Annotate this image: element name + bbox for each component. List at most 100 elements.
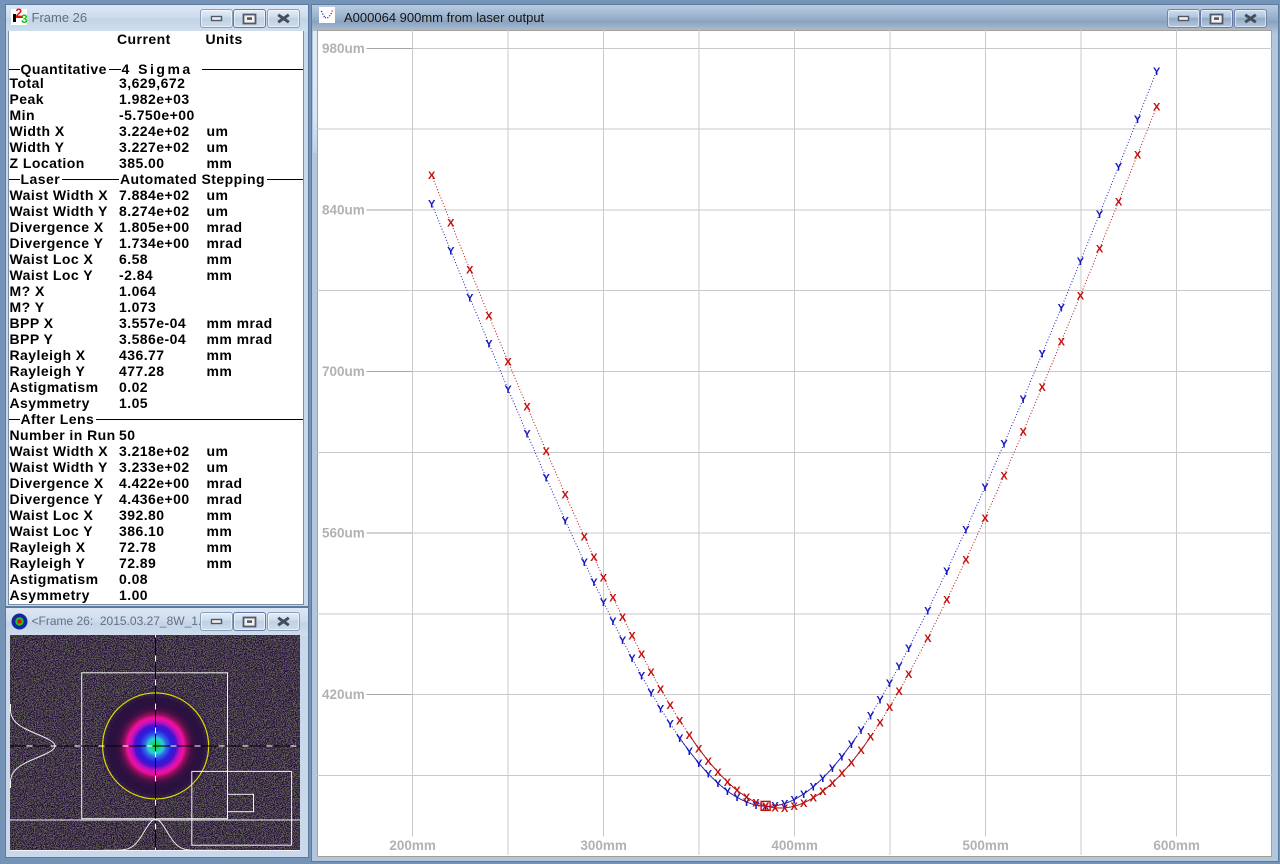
svg-text:X: X bbox=[943, 595, 951, 607]
svg-text:Y: Y bbox=[838, 752, 846, 764]
svg-text:Y: Y bbox=[618, 635, 626, 647]
svg-text:Y: Y bbox=[886, 678, 894, 690]
svg-text:300mm: 300mm bbox=[580, 838, 627, 853]
svg-text:400mm: 400mm bbox=[771, 838, 818, 853]
svg-text:420um: 420um bbox=[322, 688, 365, 703]
svg-text:560um: 560um bbox=[322, 526, 365, 541]
svg-text:X: X bbox=[1134, 150, 1142, 162]
svg-text:Y: Y bbox=[561, 516, 569, 528]
svg-text:980um: 980um bbox=[322, 41, 365, 56]
svg-text:X: X bbox=[466, 265, 474, 277]
svg-text:Y: Y bbox=[504, 384, 512, 396]
svg-text:X: X bbox=[809, 793, 817, 805]
svg-text:200mm: 200mm bbox=[389, 838, 436, 853]
svg-text:Y: Y bbox=[485, 339, 493, 351]
svg-text:X: X bbox=[847, 758, 855, 770]
svg-text:840um: 840um bbox=[322, 203, 365, 218]
svg-text:Y: Y bbox=[685, 746, 693, 758]
svg-text:X: X bbox=[762, 801, 770, 813]
svg-text:Y: Y bbox=[657, 704, 665, 716]
svg-text:X: X bbox=[485, 311, 493, 323]
svg-text:X: X bbox=[685, 730, 693, 742]
svg-text:500mm: 500mm bbox=[962, 838, 1009, 853]
svg-text:Y: Y bbox=[905, 643, 913, 655]
svg-text:X: X bbox=[828, 778, 836, 790]
svg-text:Y: Y bbox=[714, 778, 722, 790]
svg-text:Y: Y bbox=[876, 695, 884, 707]
svg-text:Y: Y bbox=[628, 653, 636, 665]
svg-text:X: X bbox=[647, 667, 655, 679]
svg-text:X: X bbox=[981, 513, 989, 525]
svg-text:X: X bbox=[638, 649, 646, 661]
svg-text:X: X bbox=[1000, 471, 1008, 483]
svg-text:Y: Y bbox=[523, 429, 531, 441]
svg-text:X: X bbox=[447, 218, 455, 230]
svg-text:X: X bbox=[676, 716, 684, 728]
svg-text:X: X bbox=[609, 593, 617, 605]
svg-text:X: X bbox=[1038, 382, 1046, 394]
svg-text:X: X bbox=[1115, 197, 1123, 209]
svg-text:Y: Y bbox=[1134, 114, 1142, 126]
svg-text:Y: Y bbox=[1095, 209, 1103, 221]
svg-text:Y: Y bbox=[962, 525, 970, 537]
svg-text:X: X bbox=[628, 631, 636, 643]
svg-text:Y: Y bbox=[924, 606, 932, 618]
svg-text:X: X bbox=[876, 718, 884, 730]
svg-text:X: X bbox=[618, 612, 626, 624]
svg-text:Y: Y bbox=[1057, 303, 1065, 315]
svg-text:Y: Y bbox=[895, 661, 903, 673]
svg-text:X: X bbox=[838, 769, 846, 781]
svg-text:X: X bbox=[1095, 244, 1103, 256]
svg-text:X: X bbox=[742, 792, 750, 804]
svg-text:X: X bbox=[905, 669, 913, 681]
svg-text:X: X bbox=[800, 798, 808, 810]
svg-text:Y: Y bbox=[676, 733, 684, 745]
svg-text:X: X bbox=[866, 732, 874, 744]
svg-text:Y: Y bbox=[447, 246, 455, 258]
svg-text:Y: Y bbox=[609, 616, 617, 628]
svg-text:Y: Y bbox=[1038, 349, 1046, 361]
svg-text:X: X bbox=[857, 745, 865, 757]
svg-text:X: X bbox=[695, 744, 703, 756]
svg-text:Y: Y bbox=[638, 671, 646, 683]
svg-text:Y: Y bbox=[1019, 394, 1027, 406]
svg-text:Y: Y bbox=[695, 758, 703, 770]
svg-text:Y: Y bbox=[590, 577, 598, 589]
svg-text:X: X bbox=[1019, 427, 1027, 439]
svg-text:X: X bbox=[704, 756, 712, 768]
svg-text:700um: 700um bbox=[322, 364, 365, 379]
svg-text:Y: Y bbox=[466, 293, 474, 305]
svg-text:X: X bbox=[1153, 102, 1161, 114]
svg-text:X: X bbox=[723, 777, 731, 789]
svg-text:600mm: 600mm bbox=[1153, 838, 1200, 853]
svg-text:X: X bbox=[714, 767, 722, 779]
svg-text:Y: Y bbox=[542, 473, 550, 485]
svg-text:Y: Y bbox=[704, 769, 712, 781]
svg-text:X: X bbox=[895, 686, 903, 698]
svg-text:Y: Y bbox=[666, 719, 674, 731]
svg-text:X: X bbox=[561, 490, 569, 502]
svg-text:Y: Y bbox=[857, 725, 865, 737]
svg-text:X: X bbox=[752, 798, 760, 810]
svg-text:X: X bbox=[733, 786, 741, 798]
svg-text:Y: Y bbox=[647, 688, 655, 700]
svg-text:X: X bbox=[1057, 337, 1065, 349]
svg-text:Y: Y bbox=[847, 739, 855, 751]
svg-text:X: X bbox=[580, 532, 588, 544]
svg-text:X: X bbox=[590, 553, 598, 565]
svg-text:X: X bbox=[790, 801, 798, 813]
svg-text:Y: Y bbox=[599, 597, 607, 609]
svg-text:X: X bbox=[523, 402, 531, 414]
svg-text:X: X bbox=[428, 171, 436, 183]
svg-text:X: X bbox=[666, 700, 674, 712]
svg-text:Y: Y bbox=[819, 773, 827, 785]
svg-text:Y: Y bbox=[1153, 66, 1161, 78]
svg-text:Y: Y bbox=[943, 566, 951, 578]
svg-text:Y: Y bbox=[1115, 162, 1123, 174]
svg-text:Y: Y bbox=[580, 557, 588, 569]
svg-text:X: X bbox=[886, 702, 894, 714]
svg-text:X: X bbox=[819, 786, 827, 798]
svg-text:X: X bbox=[771, 803, 779, 815]
svg-text:X: X bbox=[924, 633, 932, 645]
svg-text:X: X bbox=[1076, 291, 1084, 303]
